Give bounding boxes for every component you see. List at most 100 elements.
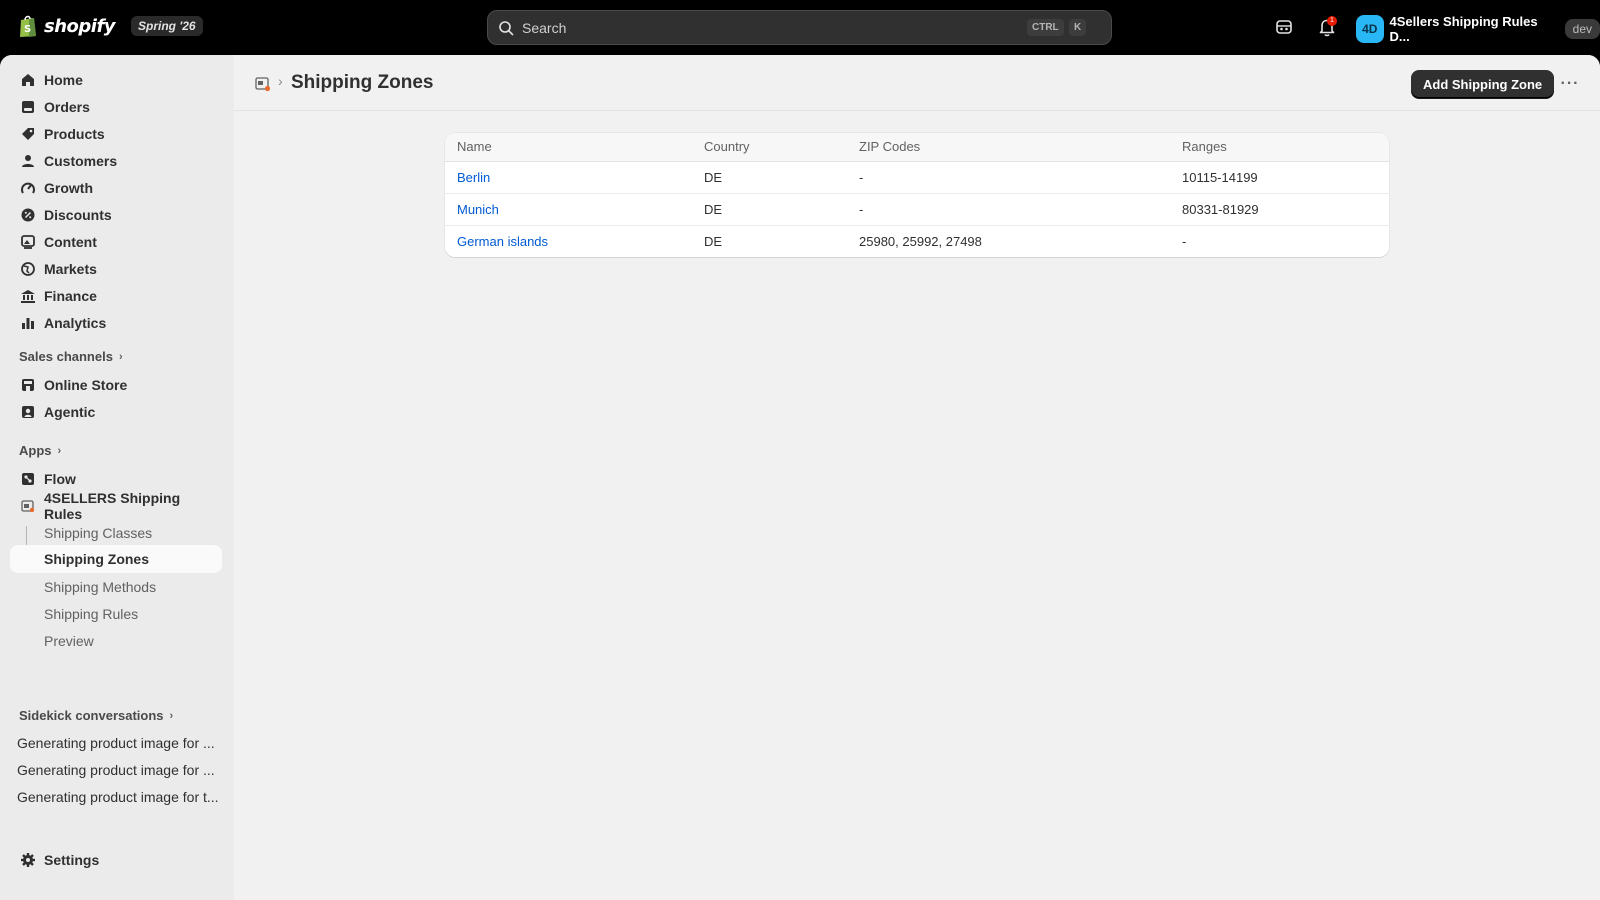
sidebar-item-label: Flow: [44, 471, 76, 487]
sidebar-item-settings[interactable]: Settings: [10, 846, 222, 874]
column-header-zip-codes: ZIP Codes: [847, 133, 1170, 162]
sidebar-item-markets[interactable]: Markets: [10, 255, 222, 283]
shipping-zones-table-card: Name Country ZIP Codes Ranges Berlin DE …: [445, 133, 1389, 257]
country-cell: DE: [704, 233, 723, 249]
sidekick-conversations-header[interactable]: Sidekick conversations ›: [19, 708, 173, 723]
zone-name-link[interactable]: Berlin: [457, 170, 490, 185]
sidebar-item-label: Preview: [44, 633, 94, 649]
ranges-cell: 10115-14199: [1170, 161, 1389, 194]
admin-frame: Home Orders Products Customers Growth Di…: [0, 55, 1600, 900]
sidebar-item-home[interactable]: Home: [10, 66, 222, 94]
table-header-row: Name Country ZIP Codes Ranges: [445, 133, 1389, 162]
more-actions-icon[interactable]: ···: [1556, 71, 1584, 97]
zone-name-link[interactable]: Munich: [457, 202, 499, 217]
content-icon: [21, 235, 35, 249]
sales-channels-header[interactable]: Sales channels ›: [19, 349, 123, 364]
agentic-icon: [22, 406, 34, 418]
ranges-cell: -: [1182, 233, 1187, 249]
sidebar-item-shipping-methods[interactable]: Shipping Methods: [10, 573, 222, 601]
column-header-country: Country: [692, 133, 847, 162]
bar-chart-icon: [22, 318, 34, 329]
sidebar-item-4sellers-shipping-rules[interactable]: 4SELLERS Shipping Rules: [10, 490, 222, 522]
orders-icon: [22, 101, 34, 113]
tag-icon: [22, 128, 34, 140]
notification-badge: 1: [1327, 16, 1337, 26]
sidebar-item-label: Markets: [44, 261, 97, 277]
page-header: › Shipping Zones Add Shipping Zone ···: [234, 55, 1600, 111]
section-title: Sidekick conversations: [19, 708, 164, 723]
sidebar-item-label: Content: [44, 234, 97, 250]
column-header-ranges: Ranges: [1170, 133, 1389, 162]
table-row[interactable]: German islands DE 25980, 25992, 27498 -: [445, 225, 1389, 257]
edition-badge[interactable]: Spring '26: [131, 16, 203, 36]
brand-name: shopify: [44, 15, 116, 37]
bank-icon: [21, 290, 35, 303]
sidebar-item-agentic[interactable]: Agentic: [10, 398, 222, 426]
shortcut-ctrl-key: CTRL: [1027, 19, 1064, 36]
sidebar-item-label: Analytics: [44, 315, 107, 331]
dev-badge: dev: [1564, 19, 1600, 39]
add-shipping-zone-button[interactable]: Add Shipping Zone: [1411, 70, 1555, 98]
chevron-right-icon: ›: [118, 350, 123, 363]
app-breadcrumb-icon[interactable]: [254, 75, 272, 93]
sidebar-item-discounts[interactable]: Discounts: [10, 201, 222, 229]
sidebar-item-label: Home: [44, 72, 83, 88]
sidebar-item-customers[interactable]: Customers: [10, 147, 222, 175]
sidebar-item-label: Growth: [44, 180, 93, 196]
flow-icon: [22, 473, 34, 485]
sidebar-item-label: Agentic: [44, 404, 96, 420]
zone-name-cell: Berlin: [445, 161, 692, 194]
shortcut-k-key: K: [1069, 19, 1087, 36]
sidebar-item-products[interactable]: Products: [10, 120, 222, 148]
sidebar-item-shipping-rules[interactable]: Shipping Rules: [10, 600, 222, 628]
country-cell: DE: [692, 193, 847, 226]
sidebar-item-content[interactable]: Content: [10, 228, 222, 256]
store-avatar: 4D: [1356, 15, 1384, 43]
discount-icon: [21, 208, 35, 222]
sidebar-item-shipping-zones[interactable]: Shipping Zones: [10, 545, 222, 573]
chevron-right-icon: ›: [169, 709, 174, 722]
sidebar-item-growth[interactable]: Growth: [10, 174, 222, 202]
zip-codes-cell: -: [847, 193, 1170, 226]
apps-header[interactable]: Apps ›: [19, 443, 61, 458]
sidebar-item-label: Products: [44, 126, 105, 142]
sidebar-item-finance[interactable]: Finance: [10, 282, 222, 310]
sidebar-item-label: Shipping Methods: [44, 579, 157, 595]
shopify-logo[interactable]: S shopify Spring '26: [18, 14, 203, 38]
sidekick-conversation-item[interactable]: Generating product image for ...: [17, 735, 215, 751]
gear-icon: [21, 853, 35, 867]
section-title: Apps: [19, 443, 52, 458]
shipping-app-icon: [21, 500, 35, 513]
sidebar-item-label: Shipping Zones: [44, 551, 149, 567]
main-content: › Shipping Zones Add Shipping Zone ··· N…: [234, 55, 1600, 900]
zone-name-cell: German islands: [445, 225, 692, 257]
sidebar-item-shipping-classes[interactable]: Shipping Classes: [10, 519, 222, 547]
sidebar-item-label: Shipping Classes: [44, 525, 153, 541]
store-switcher[interactable]: 4D 4Sellers Shipping Rules D... dev: [1356, 14, 1600, 44]
top-bar: S shopify Spring '26 CTRL K 1 4D 4Seller…: [0, 0, 1600, 55]
sidebar-item-label: Settings: [44, 852, 100, 868]
search-bar[interactable]: CTRL K: [487, 10, 1112, 45]
sidebar-item-label: Shipping Rules: [44, 606, 139, 622]
table-row[interactable]: Munich DE - 80331-81929: [445, 193, 1389, 226]
sidekick-conversation-item[interactable]: Generating product image for ...: [17, 762, 215, 778]
sidebar: Home Orders Products Customers Growth Di…: [0, 55, 234, 900]
country-cell: DE: [692, 161, 847, 194]
growth-icon: [21, 182, 35, 194]
search-input[interactable]: [522, 19, 1002, 36]
sidebar-item-analytics[interactable]: Analytics: [10, 309, 222, 337]
sidebar-item-orders[interactable]: Orders: [10, 93, 222, 121]
table-row[interactable]: Berlin DE - 10115-14199: [445, 161, 1389, 194]
sidebar-item-label: Online Store: [44, 377, 128, 393]
sidebar-item-preview[interactable]: Preview: [10, 627, 222, 655]
zone-name-link[interactable]: German islands: [457, 234, 548, 249]
sidebar-item-flow[interactable]: Flow: [10, 465, 222, 493]
shopify-bag-icon: S: [20, 15, 36, 37]
section-title: Sales channels: [19, 349, 113, 364]
sidekick-icon[interactable]: [1273, 16, 1295, 38]
zone-name-cell: Munich: [445, 193, 692, 226]
page-title: Shipping Zones: [291, 72, 434, 93]
sidebar-item-label: Orders: [44, 99, 90, 115]
sidebar-item-online-store[interactable]: Online Store: [10, 371, 222, 399]
sidekick-conversation-item[interactable]: Generating product image for t...: [17, 789, 219, 805]
